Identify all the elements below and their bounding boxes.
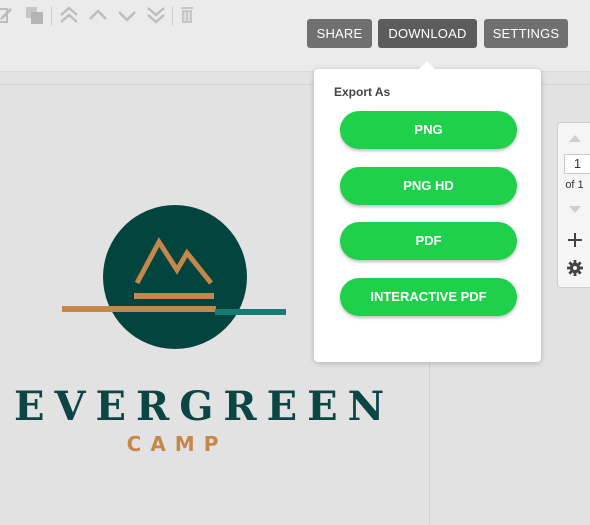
page-down-icon[interactable] [558, 203, 590, 222]
export-as-label: Export As [334, 85, 391, 99]
page-navigator: 1 of 1 [557, 122, 590, 288]
export-pdf-button[interactable]: PDF [340, 222, 517, 260]
export-dropdown: Export As PNG PNG HD PDF INTERACTIVE PDF [314, 61, 541, 362]
page-count-label: of 1 [565, 179, 584, 191]
export-png-button[interactable]: PNG [340, 111, 517, 149]
design-title[interactable]: EVERGREEN [14, 383, 384, 430]
page-number-input[interactable]: 1 [564, 154, 590, 174]
export-interactive-pdf-button[interactable]: INTERACTIVE PDF [340, 278, 517, 316]
dropdown-caret [418, 61, 436, 70]
gear-icon[interactable] [558, 259, 590, 282]
settings-button[interactable]: SETTINGS [484, 19, 568, 48]
page-up-icon[interactable] [558, 131, 590, 150]
design-subtitle[interactable]: CAMP [14, 432, 340, 456]
export-png-hd-button[interactable]: PNG HD [340, 167, 517, 205]
add-page-icon[interactable] [558, 231, 590, 254]
